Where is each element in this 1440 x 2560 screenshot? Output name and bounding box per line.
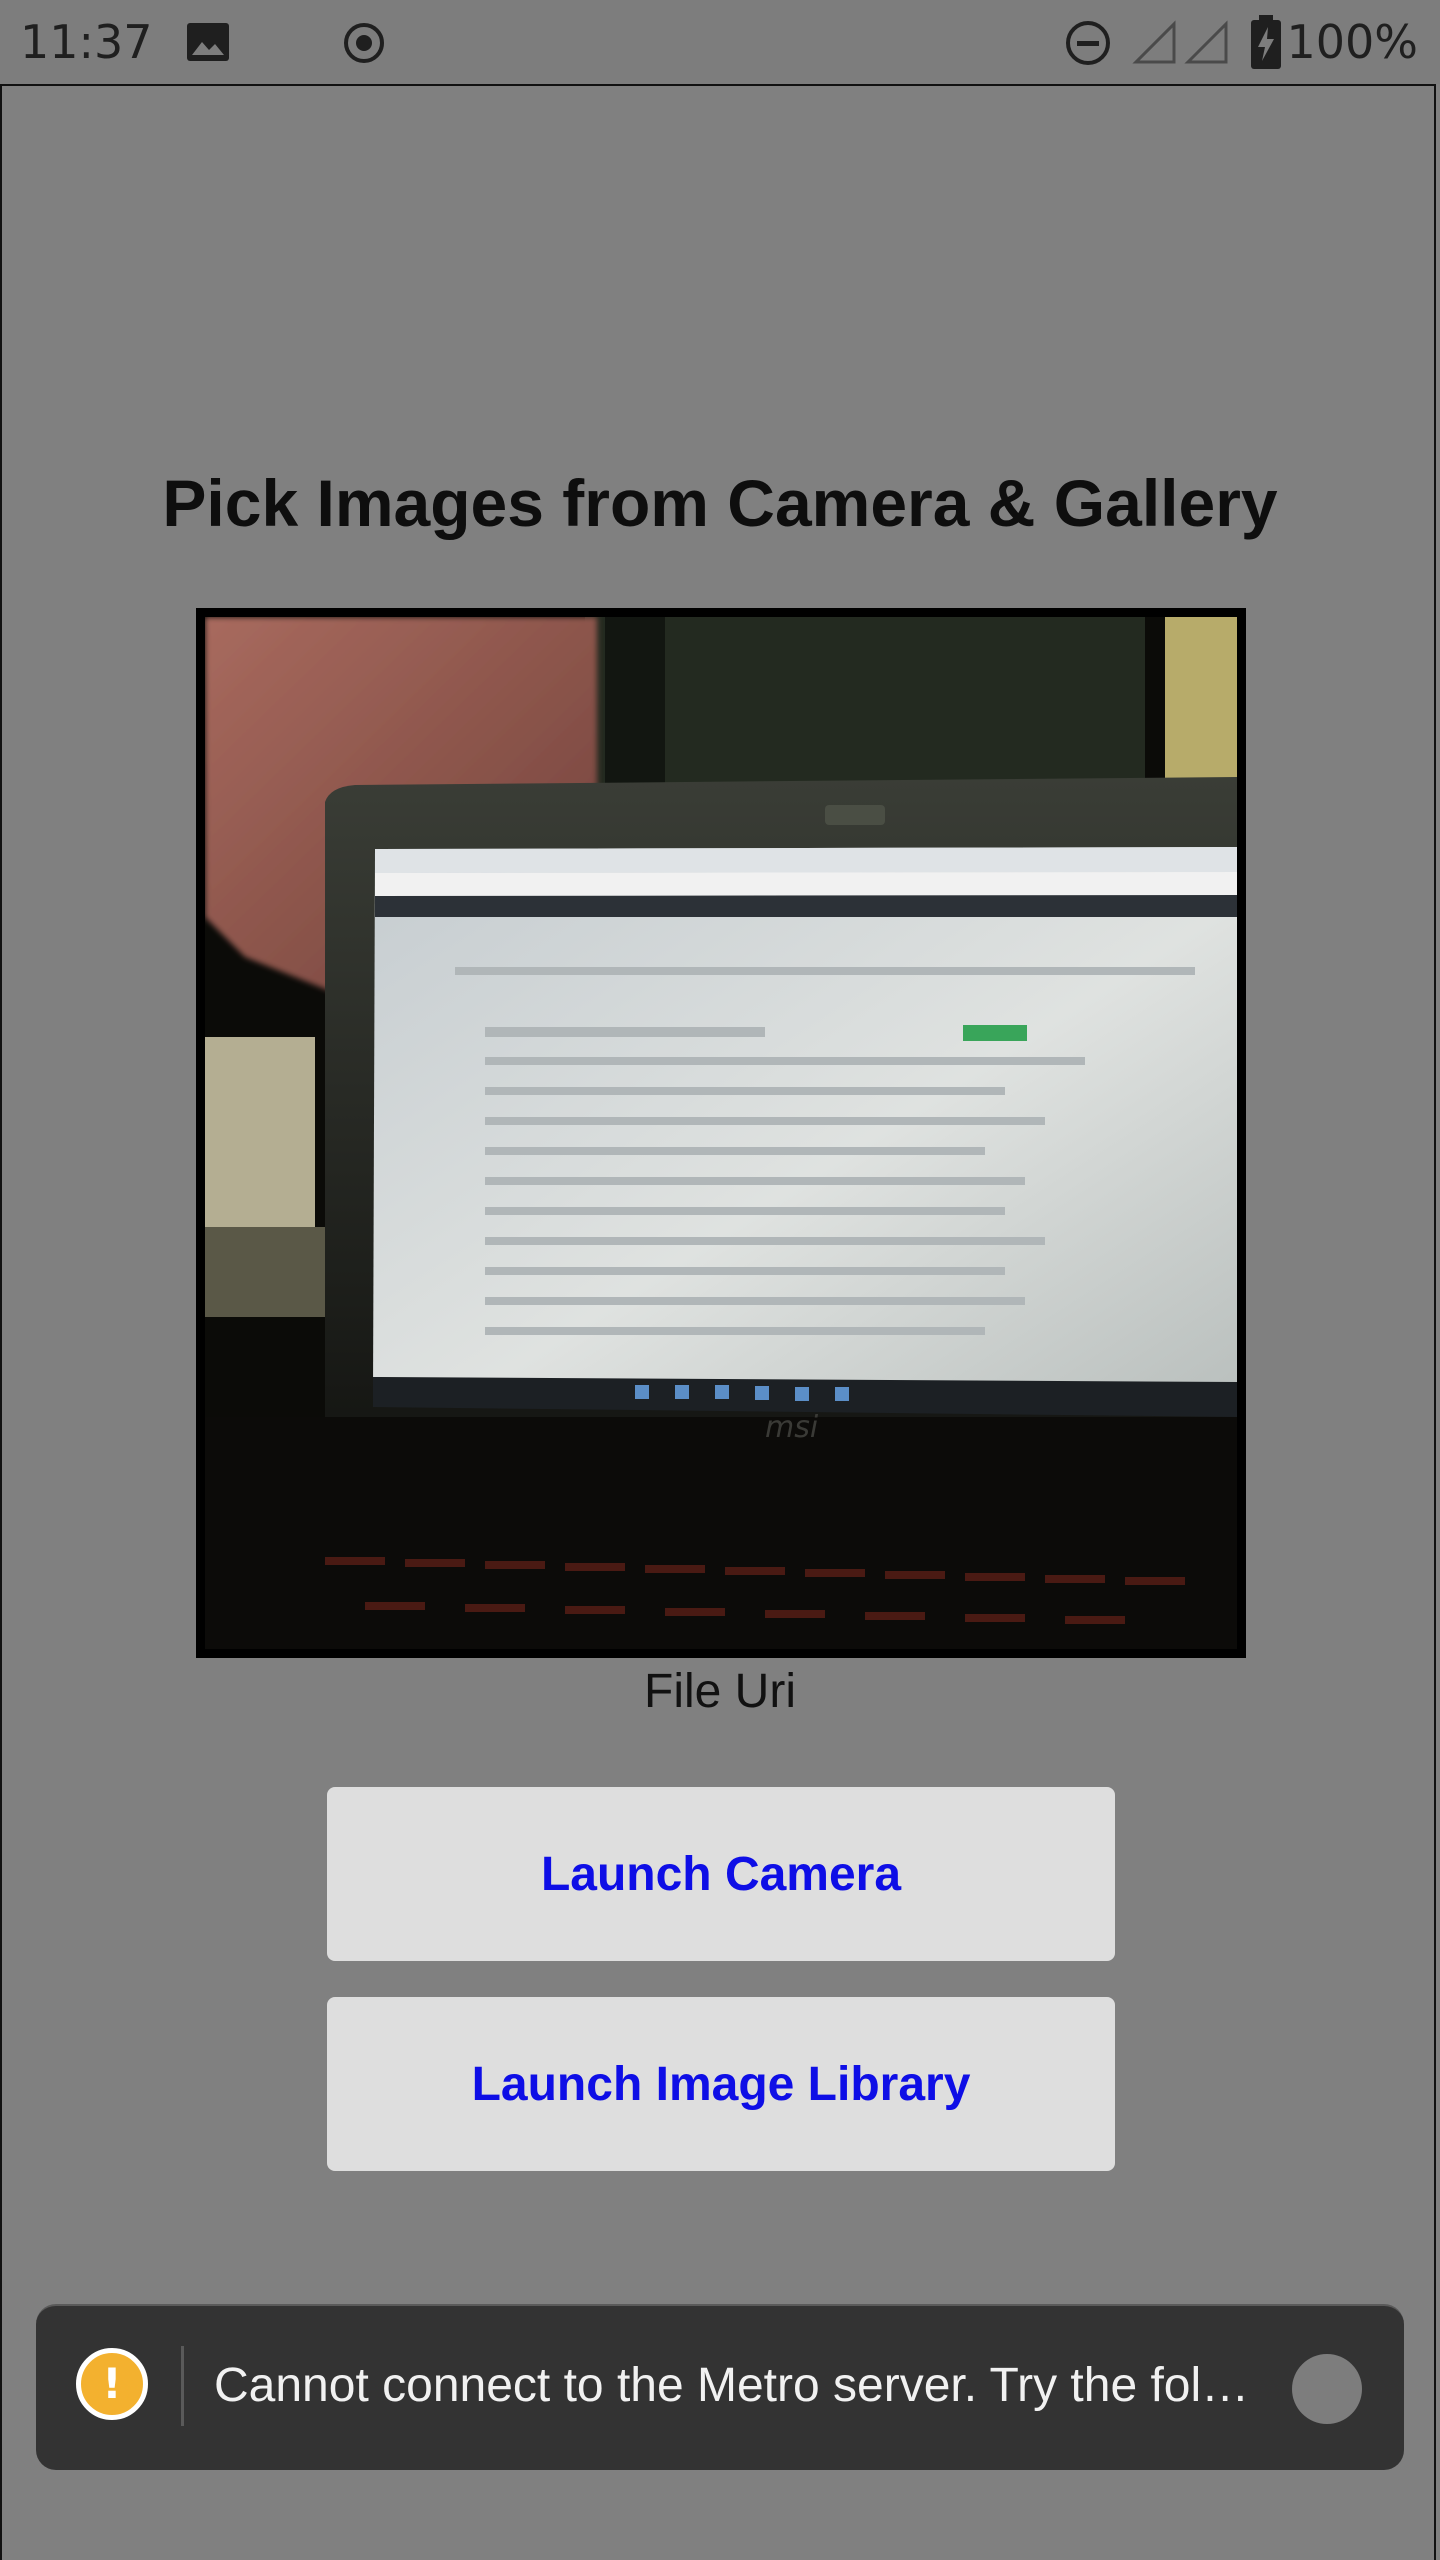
warning-icon: ! [76, 2348, 148, 2420]
dismiss-icon[interactable] [1292, 2354, 1362, 2424]
launch-camera-button[interactable]: Launch Camera [327, 1787, 1115, 1961]
battery-percentage: 100% [1286, 15, 1418, 69]
image-icon [187, 23, 229, 61]
metro-error-toast[interactable]: ! Cannot connect to the Metro server. Tr… [36, 2304, 1404, 2470]
photo-image: msi [205, 617, 1237, 1649]
signal-icon-2 [1184, 20, 1228, 64]
status-bar: 11:37 100% [0, 0, 1440, 84]
toast-message: Cannot connect to the Metro server. Try … [214, 2359, 1250, 2412]
record-icon [344, 23, 384, 63]
toast-divider [181, 2346, 184, 2426]
svg-text:msi: msi [765, 1410, 819, 1445]
launch-image-library-button[interactable]: Launch Image Library [327, 1997, 1115, 2171]
photo-thumbnail: msi [196, 608, 1246, 1658]
signal-icon [1132, 20, 1176, 64]
status-time: 11:37 [20, 15, 153, 69]
page-title: Pick Images from Camera & Gallery [162, 466, 1278, 540]
do-not-disturb-icon [1066, 21, 1110, 65]
file-uri-label: File Uri [644, 1665, 796, 1718]
battery-charging-icon [1251, 15, 1281, 69]
